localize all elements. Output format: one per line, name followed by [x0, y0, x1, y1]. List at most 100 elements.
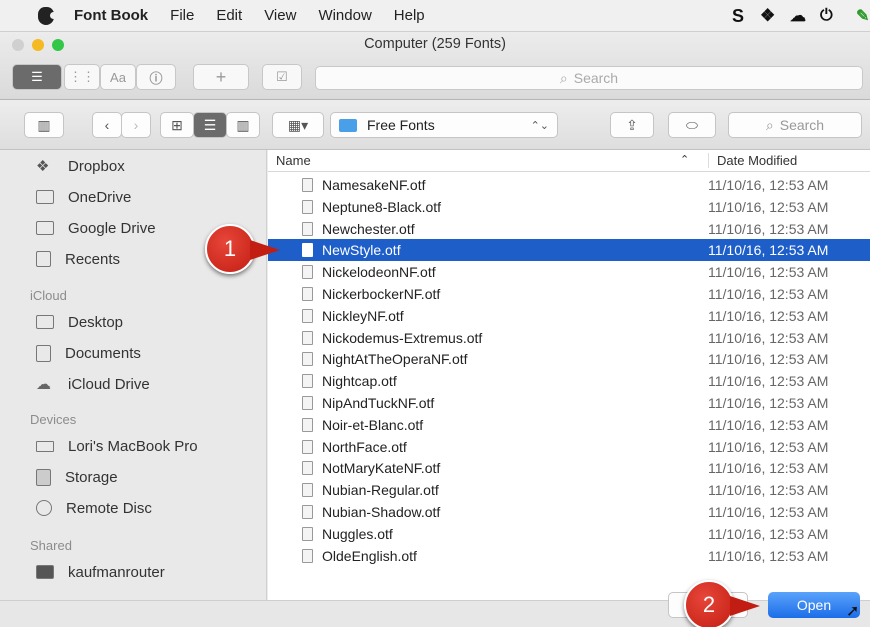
- sidebar-toggle-icon[interactable]: ▥: [24, 112, 64, 138]
- sidebar-item-storage[interactable]: Storage: [36, 465, 118, 489]
- file-name: Nubian-Shadow.otf: [322, 504, 441, 520]
- apple-menu-icon[interactable]: [38, 6, 57, 25]
- file-icon: [302, 178, 313, 192]
- grid-view-button[interactable]: ⋮⋮: [64, 64, 100, 90]
- file-date: 11/10/16, 12:53 AM: [708, 395, 829, 411]
- file-row[interactable]: Nightcap.otf 11/10/16, 12:53 AM: [268, 370, 870, 392]
- cloud-status-icon[interactable]: ☁: [790, 0, 806, 32]
- sidebar-item-icloud-drive[interactable]: ☁ iCloud Drive: [36, 372, 150, 396]
- file-date: 11/10/16, 12:53 AM: [708, 307, 829, 324]
- file-row[interactable]: Nuggles.otf 11/10/16, 12:53 AM: [268, 523, 870, 545]
- callout-arrow-icon: [250, 240, 280, 260]
- file-date: 11/10/16, 12:53 AM: [708, 264, 829, 281]
- icon-view-button[interactable]: ⊞: [160, 112, 194, 138]
- dialog-search-placeholder: Search: [779, 117, 825, 133]
- menu-app-name[interactable]: Font Book: [74, 7, 148, 24]
- disc-icon: [36, 500, 52, 516]
- file-row[interactable]: NipAndTuckNF.otf 11/10/16, 12:53 AM: [268, 392, 870, 414]
- tag-button[interactable]: ⬭: [668, 112, 716, 138]
- popup-chevron-icon: ⌃⌄: [530, 119, 549, 132]
- mouse-cursor-icon: ➚: [846, 603, 860, 620]
- sidebar-toggle-button[interactable]: ☰: [12, 64, 62, 90]
- file-icon: [302, 308, 313, 323]
- leaf-status-icon[interactable]: ✎: [856, 0, 869, 32]
- documents-icon: [36, 344, 51, 362]
- file-row[interactable]: NickelodeonNF.otf 11/10/16, 12:53 AM: [268, 261, 870, 283]
- recents-icon: [36, 251, 51, 267]
- file-row[interactable]: NotMaryKateNF.otf 11/10/16, 12:53 AM: [268, 457, 870, 479]
- file-icon: [302, 243, 313, 258]
- menu-file[interactable]: File: [170, 7, 194, 24]
- callout-badge-2: 2: [684, 580, 734, 627]
- file-row[interactable]: Neptune8-Black.otf 11/10/16, 12:53 AM: [268, 196, 870, 218]
- file-icon: [302, 526, 313, 541]
- sample-view-button[interactable]: Aa: [100, 64, 136, 90]
- sidebar-item-recents[interactable]: Recents: [36, 247, 120, 271]
- file-icon: [302, 505, 313, 519]
- file-icon: [302, 483, 313, 498]
- file-row[interactable]: Nubian-Shadow.otf 11/10/16, 12:53 AM: [268, 501, 870, 523]
- sidebar-item-label: iCloud Drive: [68, 375, 150, 393]
- status-s-icon[interactable]: S: [732, 0, 744, 32]
- sidebar-item-label: kaufmanrouter: [68, 563, 165, 581]
- sidebar-item-google-drive[interactable]: Google Drive: [36, 216, 156, 240]
- file-date: 11/10/16, 12:53 AM: [708, 177, 829, 193]
- add-font-button[interactable]: +: [193, 64, 249, 90]
- column-view-button[interactable]: ▥: [226, 112, 260, 138]
- callout-arrow-icon: [730, 596, 760, 616]
- list-view-button[interactable]: ☰: [193, 112, 227, 138]
- location-popup[interactable]: Free Fonts ⌃⌄: [330, 112, 558, 138]
- share-button[interactable]: ⇪: [610, 112, 654, 138]
- file-row[interactable]: NickleyNF.otf 11/10/16, 12:53 AM: [268, 305, 870, 327]
- font-search-field[interactable]: ⌕ Search: [315, 66, 863, 90]
- menu-edit[interactable]: Edit: [216, 7, 242, 24]
- file-name: NickelodeonNF.otf: [322, 264, 436, 281]
- dialog-search-field[interactable]: ⌕ Search: [728, 112, 862, 138]
- power-status-icon[interactable]: ⏻: [820, 0, 833, 32]
- folder-icon: [36, 190, 54, 204]
- file-row[interactable]: NorthFace.otf 11/10/16, 12:53 AM: [268, 436, 870, 458]
- callout-label: 1: [223, 236, 237, 261]
- sidebar-item-kaufmanrouter[interactable]: kaufmanrouter: [36, 560, 165, 584]
- column-header-name[interactable]: Name: [276, 153, 311, 168]
- sidebar-header-shared: Shared: [30, 538, 72, 553]
- file-row[interactable]: NightAtTheOperaNF.otf 11/10/16, 12:53 AM: [268, 348, 870, 370]
- file-row[interactable]: Newchester.otf 11/10/16, 12:53 AM: [268, 218, 870, 240]
- sidebar-item-macbook[interactable]: Lori's MacBook Pro: [36, 434, 198, 458]
- forward-button[interactable]: ›: [121, 112, 151, 138]
- file-date: 11/10/16, 12:53 AM: [708, 220, 829, 237]
- sidebar-item-onedrive[interactable]: OneDrive: [36, 185, 131, 209]
- sidebar-item-desktop[interactable]: Desktop: [36, 310, 123, 334]
- file-row[interactable]: NewStyle.otf 11/10/16, 12:53 AM: [268, 239, 870, 262]
- sidebar-item-documents[interactable]: Documents: [36, 341, 141, 365]
- file-row[interactable]: OldeEnglish.otf 11/10/16, 12:53 AM: [268, 545, 870, 567]
- list-header: Name ⌃ Date Modified: [268, 150, 870, 172]
- menu-window[interactable]: Window: [318, 7, 371, 24]
- sidebar-item-label: OneDrive: [68, 188, 132, 206]
- file-icon: [302, 374, 313, 389]
- file-date: 11/10/16, 12:53 AM: [708, 460, 829, 477]
- menu-help[interactable]: Help: [394, 7, 425, 24]
- file-row[interactable]: Noir-et-Blanc.otf 11/10/16, 12:53 AM: [268, 414, 870, 436]
- menu-view[interactable]: View: [264, 7, 296, 24]
- file-row[interactable]: Nickodemus-Extremus.otf 11/10/16, 12:53 A…: [268, 327, 870, 349]
- sidebar-item-dropbox[interactable]: ❖ Dropbox: [36, 154, 125, 178]
- file-name: Newchester.otf: [322, 220, 415, 237]
- file-row[interactable]: Nubian-Regular.otf 11/10/16, 12:53 AM: [268, 479, 870, 501]
- file-date: 11/10/16, 12:53 AM: [708, 373, 829, 390]
- file-row[interactable]: NickerbockerNF.otf 11/10/16, 12:53 AM: [268, 283, 870, 305]
- sidebar-item-remote-disc[interactable]: Remote Disc: [36, 496, 152, 520]
- file-icon: [302, 396, 313, 410]
- file-row[interactable]: NamesakeNF.otf 11/10/16, 12:53 AM: [268, 174, 870, 196]
- file-icon: [302, 221, 313, 236]
- back-button[interactable]: ‹: [92, 112, 122, 138]
- arrange-button[interactable]: ▦▾: [272, 112, 324, 138]
- dropbox-status-icon[interactable]: ❖: [760, 0, 775, 32]
- sidebar-item-label: Recents: [65, 250, 121, 268]
- column-header-date[interactable]: Date Modified: [708, 153, 797, 168]
- validate-button[interactable]: ☑: [262, 64, 302, 90]
- file-date: 11/10/16, 12:53 AM: [708, 242, 829, 259]
- dialog-sidebar: ❖ Dropbox OneDrive Google Drive Recents …: [0, 150, 267, 600]
- file-icon: [302, 199, 313, 214]
- info-button[interactable]: ⓘ: [136, 64, 176, 90]
